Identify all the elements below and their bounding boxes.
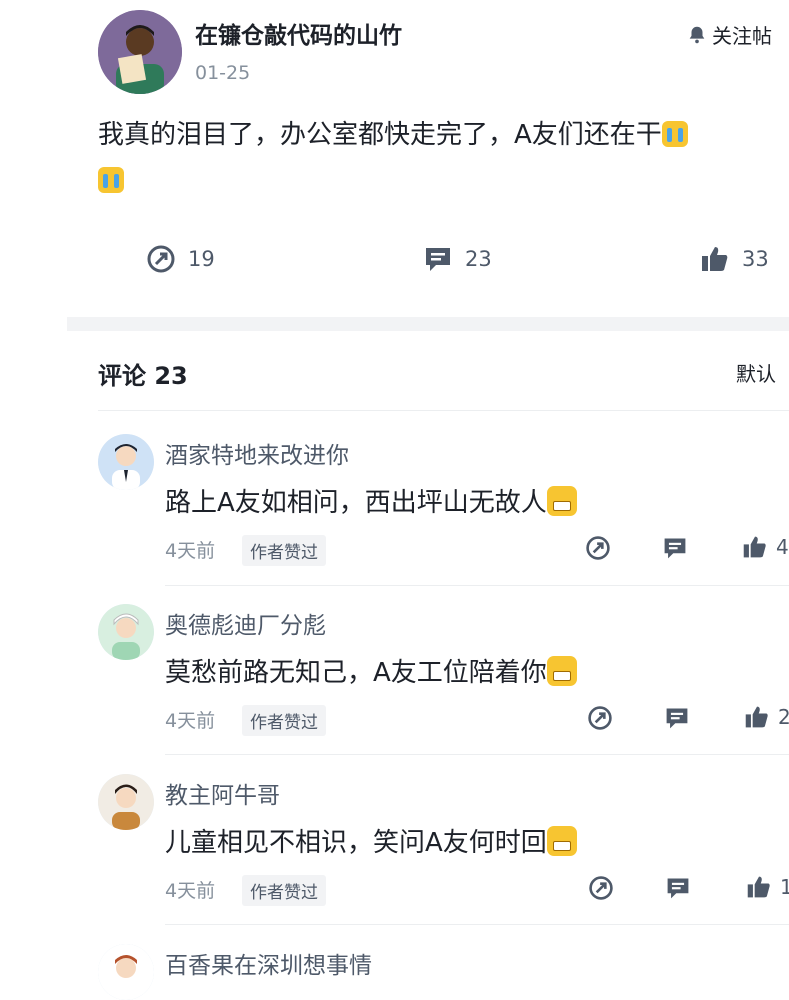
comment-text: 路上A友如相问，西出坪山无故人: [165, 482, 577, 519]
author-liked-badge: 作者赞过: [242, 705, 326, 736]
comment-time: 4天前: [165, 540, 216, 562]
crying-emoji-icon: [98, 167, 124, 193]
repost-icon[interactable]: [585, 535, 611, 561]
comment-time: 4天前: [165, 710, 216, 732]
post-text: 我真的泪目了，办公室都快走完了，A友们还在干: [98, 120, 662, 150]
comment-button[interactable]: 23: [423, 244, 492, 274]
author-liked-badge: 作者赞过: [242, 875, 326, 906]
like-count: 33: [742, 247, 769, 271]
comment-icon[interactable]: [662, 535, 688, 561]
grinning-emoji-icon: [546, 656, 577, 686]
bell-icon: [689, 26, 705, 43]
comment-icon[interactable]: [665, 875, 691, 901]
comment-separator: [165, 924, 789, 925]
crying-emoji-icon: [661, 121, 688, 147]
comment-separator: [165, 585, 789, 586]
comment-text: 儿童相见不相识，笑问A友何时回: [165, 822, 577, 859]
thumbs-up-icon: [743, 536, 766, 558]
grinning-emoji-icon: [546, 826, 577, 856]
post-date: 01-25: [195, 62, 251, 84]
comment-like-count: 2: [778, 705, 789, 729]
repost-button[interactable]: 19: [146, 244, 215, 274]
comment-avatar[interactable]: [98, 604, 154, 660]
comment-time: 4天前: [165, 880, 216, 902]
repost-icon[interactable]: [587, 705, 613, 731]
author-avatar[interactable]: [98, 10, 182, 94]
sort-dropdown[interactable]: 默认: [736, 358, 776, 387]
thumbs-up-icon: [747, 876, 770, 898]
comment-avatar[interactable]: [98, 774, 154, 830]
comment-like-button[interactable]: 1: [746, 874, 789, 900]
repost-count: 19: [188, 247, 215, 271]
comment-author[interactable]: 教主阿牛哥: [165, 776, 280, 810]
post-body: 我真的泪目了，办公室都快走完了，A友们还在干: [98, 112, 789, 204]
repost-icon[interactable]: [588, 875, 614, 901]
author-liked-badge: 作者赞过: [242, 535, 326, 566]
thumbs-up-icon: [702, 247, 728, 271]
author-name[interactable]: 在镰仓敲代码的山竹: [195, 16, 402, 50]
comment-avatar[interactable]: [98, 944, 154, 1000]
follow-post-button[interactable]: 关注帖: [686, 20, 772, 49]
comment-separator: [165, 754, 789, 755]
comment-like-count: 1: [780, 875, 789, 899]
follow-label: 关注帖: [712, 24, 772, 48]
like-button[interactable]: 33: [700, 244, 769, 274]
comment-like-count: 4: [776, 535, 789, 559]
comment-avatar[interactable]: [98, 434, 154, 490]
comment-author[interactable]: 百香果在深圳想事情: [165, 946, 372, 980]
comments-title: 评论 23: [98, 362, 188, 390]
comment-text: 莫愁前路无知己，A友工位陪着你: [165, 652, 577, 689]
comment-icon: [426, 248, 450, 271]
comment-like-button[interactable]: 4: [742, 534, 789, 560]
comment-author[interactable]: 酒家特地来改进你: [165, 436, 349, 470]
comment-count: 23: [465, 247, 492, 271]
grinning-emoji-icon: [546, 486, 577, 516]
divider: [98, 410, 789, 411]
section-divider: [67, 317, 789, 331]
comment-like-button[interactable]: 2: [744, 704, 789, 730]
thumbs-up-icon: [745, 706, 768, 728]
repost-icon: [147, 245, 175, 273]
comment-author[interactable]: 奥德彪迪厂分彪: [165, 606, 326, 640]
comment-icon[interactable]: [664, 705, 690, 731]
